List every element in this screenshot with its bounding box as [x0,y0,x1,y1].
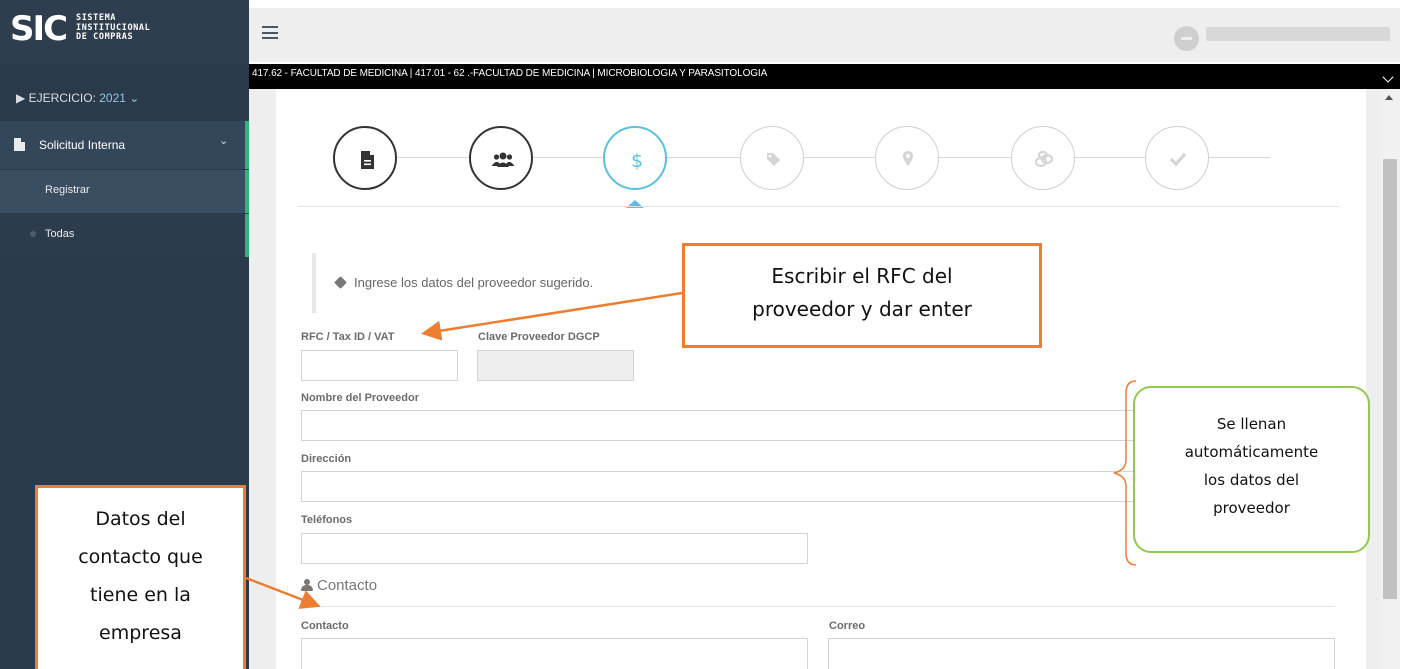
auto-callout-line-2: automáticamente [1184,443,1319,461]
contact-callout-line-4: empresa [99,622,182,644]
rfc-callout-line-2: proveedor y dar enter [752,297,972,321]
contact-callout-line-1: Datos del [95,508,186,530]
rfc-callout-line-1: Escribir el RFC del [771,264,953,288]
auto-fill-callout-text: Se llenan automáticamente los datos del … [1135,410,1368,522]
auto-callout-line-3: los datos del [1203,471,1300,489]
rfc-callout-text: Escribir el RFC del proveedor y dar ente… [685,260,1039,326]
contact-callout-line-3: tiene en la [90,584,191,606]
contact-arrow [245,576,321,609]
contact-callout-text: Datos del contacto que tiene en la empre… [38,500,243,652]
rfc-arrow [421,291,683,341]
rfc-callout: Escribir el RFC del proveedor y dar ente… [682,243,1042,348]
contact-callout: Datos del contacto que tiene en la empre… [35,485,246,669]
auto-fill-callout: Se llenan automáticamente los datos del … [1133,386,1370,553]
contact-callout-line-2: contacto que [78,546,203,568]
screenshot-root: SIC SISTEMA INSTITUCIONAL DE COMPRAS ▶ E… [0,0,1409,669]
auto-callout-line-4: proveedor [1213,499,1290,517]
auto-callout-line-1: Se llenan [1216,415,1287,433]
